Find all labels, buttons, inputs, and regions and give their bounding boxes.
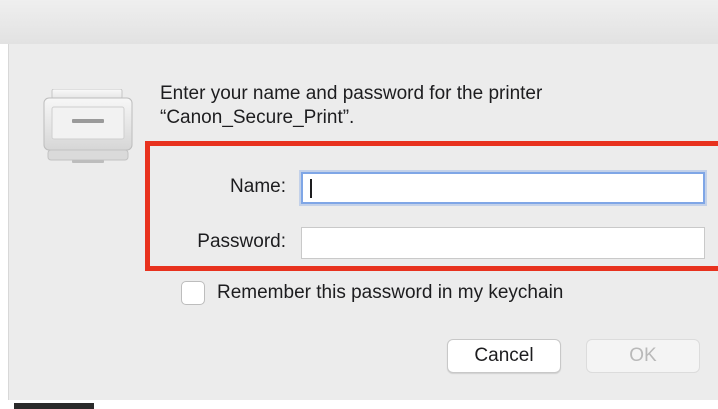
remember-label[interactable]: Remember this password in my keychain [217,282,563,304]
message-line-1: Enter your name and password for the pri… [160,83,543,104]
dark-edge-tab [14,403,94,409]
cancel-button[interactable]: Cancel [447,339,561,373]
message-line-2: “Canon_Secure_Print”. [160,107,355,128]
remember-checkbox[interactable] [181,281,205,305]
dialog-message: Enter your name and password for the pri… [160,82,680,130]
password-label: Password: [197,231,286,252]
screen: Enter your name and password for the pri… [0,0,718,409]
name-label: Name: [230,176,286,197]
password-input[interactable] [301,227,705,259]
printer-icon [43,89,133,163]
title-bar [0,0,718,44]
name-input[interactable] [301,172,705,204]
ok-button[interactable]: OK [586,339,700,373]
remember-row: Remember this password in my keychain [181,280,563,306]
window-bottom-edge [0,400,718,409]
text-caret [310,179,312,198]
